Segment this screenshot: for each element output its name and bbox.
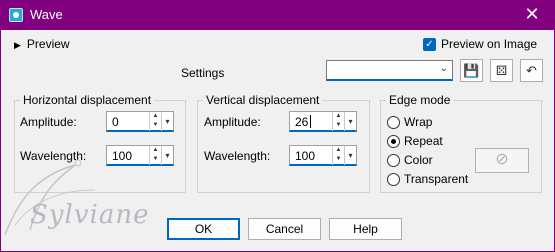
reset-icon: ↶: [526, 63, 537, 78]
edge-mode-color-radio[interactable]: Color: [387, 153, 433, 167]
help-button[interactable]: Help: [329, 218, 402, 240]
vertical-amplitude-value: 26: [295, 115, 309, 129]
preview-toggle[interactable]: ▶ Preview: [14, 37, 70, 51]
chevron-down-icon: ⌄: [439, 63, 448, 74]
edge-mode-wrap-radio[interactable]: Wrap: [387, 115, 432, 129]
horizontal-amplitude-value: 0: [112, 115, 119, 129]
randomize-button[interactable]: ⚄: [490, 59, 513, 82]
dice-icon: ⚄: [495, 63, 508, 78]
edge-mode-transparent-radio[interactable]: Transparent: [387, 172, 468, 186]
preview-on-image-label: Preview on Image: [441, 37, 538, 51]
no-color-icon: ⊘: [495, 151, 509, 168]
settings-dropdown[interactable]: ⌄: [326, 60, 453, 81]
edge-mode-repeat-radio[interactable]: Repeat: [387, 134, 443, 148]
radio-button-icon: [387, 172, 400, 186]
chevron-down-icon[interactable]: ▾: [344, 146, 356, 165]
app-icon: [9, 8, 23, 22]
edge-mode-wrap-label: Wrap: [404, 115, 433, 129]
vertical-amplitude-input[interactable]: 26 ▲ ▼ ▾: [289, 111, 357, 132]
edge-mode-color-label: Color: [404, 153, 433, 167]
close-button[interactable]: ✕: [509, 0, 555, 30]
spin-arrows-icon[interactable]: ▲ ▼: [149, 112, 161, 131]
horizontal-wavelength-value: 100: [112, 149, 133, 163]
watermark-signature: Sylviane: [30, 200, 150, 230]
save-preset-button[interactable]: 💾: [460, 59, 483, 82]
title-bar: Wave ✕: [0, 0, 555, 30]
reset-button[interactable]: ↶: [520, 59, 543, 82]
text-caret: [310, 115, 311, 128]
spin-arrows-icon[interactable]: ▲ ▼: [332, 146, 344, 165]
ok-button[interactable]: OK: [167, 218, 240, 240]
horizontal-wavelength-input[interactable]: 100 ▲ ▼ ▾: [106, 145, 174, 166]
chevron-down-icon[interactable]: ▾: [344, 112, 356, 131]
floppy-disk-icon: 💾: [463, 63, 480, 78]
horizontal-amplitude-input[interactable]: 0 ▲ ▼ ▾: [106, 111, 174, 132]
vertical-displacement-group: Vertical displacement: [197, 93, 370, 193]
radio-button-selected-icon: [387, 134, 400, 148]
triangle-right-icon: ▶: [14, 40, 21, 50]
vertical-wavelength-input[interactable]: 100 ▲ ▼ ▾: [289, 145, 357, 166]
radio-button-icon: [387, 115, 400, 129]
cancel-button[interactable]: Cancel: [248, 218, 321, 240]
edge-mode-transparent-label: Transparent: [404, 172, 469, 186]
edge-mode-repeat-label: Repeat: [404, 134, 443, 148]
chevron-down-icon[interactable]: ▾: [161, 112, 173, 131]
spin-arrows-icon[interactable]: ▲ ▼: [149, 146, 161, 165]
horizontal-legend: Horizontal displacement: [23, 93, 152, 107]
radio-button-icon: [387, 153, 400, 167]
settings-label: Settings: [181, 66, 225, 80]
vertical-legend: Vertical displacement: [206, 93, 320, 107]
checkmark-icon: ✓: [423, 37, 436, 51]
color-swatch-button[interactable]: ⊘: [475, 148, 529, 173]
vertical-amplitude-label: Amplitude:: [204, 115, 261, 129]
vertical-wavelength-label: Wavelength:: [204, 149, 271, 163]
edge-mode-legend: Edge mode: [389, 93, 451, 107]
window-title: Wave: [30, 7, 63, 22]
preview-on-image-checkbox[interactable]: ✓ Preview on Image: [423, 37, 537, 51]
vertical-wavelength-value: 100: [295, 149, 316, 163]
preview-label: Preview: [26, 37, 70, 51]
spin-arrows-icon[interactable]: ▲ ▼: [332, 112, 344, 131]
chevron-down-icon[interactable]: ▾: [161, 146, 173, 165]
horizontal-amplitude-label: Amplitude:: [20, 115, 77, 129]
